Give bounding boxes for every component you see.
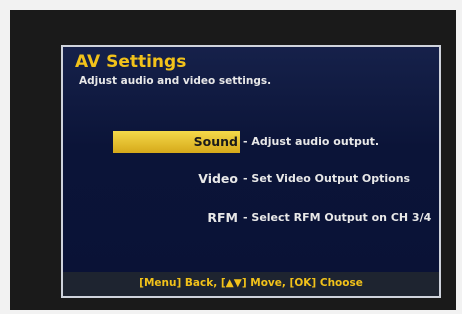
page-subtitle: Adjust audio and video settings. (79, 75, 272, 87)
tv-screen: AV Settings Adjust audio and video setti… (10, 10, 456, 310)
av-settings-panel: AV Settings Adjust audio and video setti… (61, 45, 441, 298)
menu-item-video[interactable]: Video - Set Video Output Options (63, 168, 439, 190)
menu-item-rfm[interactable]: RFM - Select RFM Output on CH 3/4 (63, 207, 439, 229)
menu-item-description: - Select RFM Output on CH 3/4 (243, 211, 432, 224)
footer-bar: [Menu] Back, [▲▼] Move, [OK] Choose (63, 272, 439, 296)
menu-item-sound[interactable]: Sound - Adjust audio output. (63, 131, 439, 153)
navigation-hint: [Menu] Back, [▲▼] Move, [OK] Choose (139, 277, 363, 289)
page-title: AV Settings (75, 52, 187, 72)
menu-item-label: Sound (193, 134, 238, 149)
menu-item-label: Video (198, 171, 238, 186)
menu-item-description: - Set Video Output Options (243, 172, 411, 185)
menu-item-label: RFM (207, 210, 238, 225)
menu-item-description: - Adjust audio output. (243, 135, 380, 148)
